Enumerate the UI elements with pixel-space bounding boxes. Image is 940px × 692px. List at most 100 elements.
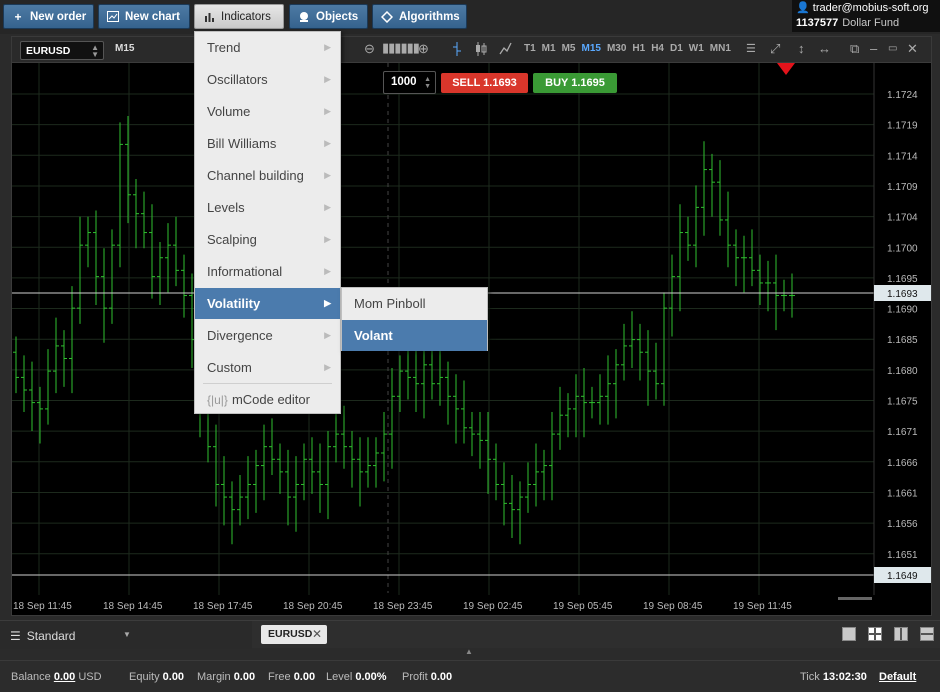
mcode-editor-item[interactable]: {|u|} mCode editor (195, 387, 340, 415)
chart-toolbar: EURUSD ▲ ▼ M15 ⊖ ▮▮▮▮▮▮ ⊕ T1 M1 M5 M15 M3… (12, 37, 931, 63)
menu-item-label: Trend (207, 40, 241, 55)
balance-value[interactable]: 0.00 (54, 671, 75, 683)
workspace-tabbar: ☰ Standard ▼ EURUSD ✕ (0, 620, 940, 649)
level-label: Level (326, 671, 353, 683)
price-tick-label: 1.1690 (887, 305, 918, 316)
new-chart-button[interactable]: New chart (98, 4, 190, 29)
tick-time: 13:02:30 (822, 671, 867, 683)
template-icon[interactable]: ☰ (746, 42, 756, 56)
menu-item-trend[interactable]: Trend ▶ (195, 32, 340, 63)
mcode-editor-label: mCode editor (231, 392, 310, 407)
profit-status: Profit 0.00 (402, 671, 452, 683)
balance-status: Balance 0.00 USD (11, 671, 102, 683)
new-order-button[interactable]: + New order (3, 4, 94, 29)
vertical-scale-icon[interactable]: ↕ (798, 42, 805, 56)
price-tick-label: 1.1719 (887, 121, 918, 132)
price-tick-label: 1.1709 (887, 182, 918, 193)
horizontal-scrollbar[interactable] (838, 597, 872, 600)
spinner-icon: ▲ ▼ (91, 43, 99, 59)
tf-button[interactable]: M1 (542, 43, 556, 54)
current-price-label: 1.1693 (887, 289, 918, 300)
sell-button[interactable]: SELL 1.1693 (441, 73, 528, 93)
layout-rows-icon[interactable] (920, 627, 934, 641)
price-tick-label: 1.1704 (887, 213, 918, 224)
tf-button[interactable]: H1 (632, 43, 645, 54)
layout-single-icon[interactable] (842, 627, 856, 641)
new-chart-label: New chart (125, 10, 180, 23)
level-status: Level 0.00% (326, 671, 387, 683)
zoom-out-icon[interactable]: ⊖ (364, 42, 375, 56)
account-info[interactable]: 👤 trader@mobius-soft.org 1137577 Dollar F… (792, 0, 940, 32)
indicators-button[interactable]: Indicators (194, 4, 284, 29)
time-tick-label: 18 Sep 14:45 (103, 601, 163, 612)
submenu-arrow-icon: ▶ (324, 362, 331, 372)
maximize-icon[interactable]: ▭ (888, 42, 897, 56)
chart-tab[interactable]: EURUSD ✕ (261, 625, 327, 644)
account-fund: Dollar Fund (842, 17, 900, 29)
menu-item-label: Scalping (207, 232, 257, 247)
horizontal-scale-icon[interactable]: ↔ (818, 42, 831, 56)
tf-button[interactable]: D1 (670, 43, 683, 54)
tf-button[interactable]: M5 (562, 43, 576, 54)
menu-item-bill-williams[interactable]: Bill Williams ▶ (195, 128, 340, 159)
tf-button-active[interactable]: M15 (581, 43, 600, 54)
menu-item-label: Volume (207, 104, 251, 119)
menu-item-channel-building[interactable]: Channel building ▶ (195, 160, 340, 191)
buy-button[interactable]: BUY 1.1695 (533, 73, 617, 93)
trading-terminal: + New order New chart Indicators Objects (0, 0, 940, 692)
algorithms-button[interactable]: Algorithms (372, 4, 467, 29)
zoom-in-icon[interactable]: ⊕ (418, 42, 429, 56)
price-tick-label: 1.1666 (887, 458, 918, 469)
tf-button[interactable]: T1 (524, 43, 536, 54)
tf-button[interactable]: H4 (651, 43, 664, 54)
close-icon[interactable]: ✕ (907, 42, 918, 56)
price-tick-label: 1.1651 (887, 550, 918, 561)
free-status: Free 0.00 (268, 671, 315, 683)
indicators-label: Indicators (221, 10, 271, 23)
line-type-icon[interactable] (499, 42, 512, 59)
tf-button[interactable]: M30 (607, 43, 626, 54)
menu-item-volatility[interactable]: Volatility ▶ (195, 288, 340, 319)
zoom-slider[interactable]: ▮▮▮▮▮▮ (382, 41, 420, 55)
free-value: 0.00 (293, 671, 316, 683)
menu-item-divergence[interactable]: Divergence ▶ (195, 320, 340, 351)
workspace-select[interactable]: ☰ Standard ▼ (0, 621, 252, 649)
time-tick-label: 19 Sep 02:45 (463, 601, 523, 612)
layout-columns-icon[interactable] (894, 627, 908, 641)
menu-item-volume[interactable]: Volume ▶ (195, 96, 340, 127)
equity-status: Equity 0.00 (129, 671, 184, 683)
tf-button[interactable]: W1 (689, 43, 704, 54)
close-tab-icon[interactable]: ✕ (312, 627, 322, 641)
free-label: Free (268, 671, 291, 683)
minimize-icon[interactable]: – (870, 42, 877, 56)
time-tick-label: 18 Sep 11:45 (13, 601, 72, 612)
menu-item-oscillators[interactable]: Oscillators ▶ (195, 64, 340, 95)
bar-type-icon[interactable] (452, 42, 462, 59)
fit-icon[interactable]: ⤢ (770, 42, 780, 56)
plus-icon: + (14, 9, 22, 24)
menu-item-scalping[interactable]: Scalping ▶ (195, 224, 340, 255)
default-profile-link[interactable]: Default (879, 671, 916, 683)
quantity-stepper[interactable]: 1000 ▲ ▼ (383, 71, 436, 94)
menu-item-label: Custom (207, 360, 252, 375)
layout-grid-icon[interactable] (868, 627, 882, 641)
menu-item-custom[interactable]: Custom ▶ (195, 352, 340, 383)
price-axis[interactable]: 1.1724 1.1719 1.1714 1.1709 1.1704 1.1700 1.16… (874, 90, 931, 583)
objects-button[interactable]: Objects (289, 4, 368, 29)
menu-item-levels[interactable]: Levels ▶ (195, 192, 340, 223)
workspace-name: Standard (26, 629, 76, 643)
submenu-item-volant[interactable]: Volant (342, 320, 487, 351)
symbol-select[interactable]: EURUSD ▲ ▼ (20, 41, 104, 60)
detach-icon[interactable]: ⧉ (850, 42, 859, 56)
bar-chart-icon (203, 11, 215, 23)
price-marker-icon (777, 63, 795, 75)
time-axis[interactable]: 18 Sep 11:45 18 Sep 14:45 18 Sep 17:45 18 S… (13, 601, 792, 612)
collapse-panel-icon[interactable]: ▲ (465, 648, 475, 656)
submenu-item-mom-pinboll[interactable]: Mom Pinboll (342, 288, 487, 319)
tf-button[interactable]: MN1 (710, 43, 731, 54)
menu-item-informational[interactable]: Informational ▶ (195, 256, 340, 287)
account-user: trader@mobius-soft.org (812, 2, 929, 14)
submenu-arrow-icon: ▶ (324, 330, 331, 340)
submenu-arrow-icon: ▶ (324, 74, 331, 84)
candle-type-icon[interactable] (475, 42, 487, 59)
